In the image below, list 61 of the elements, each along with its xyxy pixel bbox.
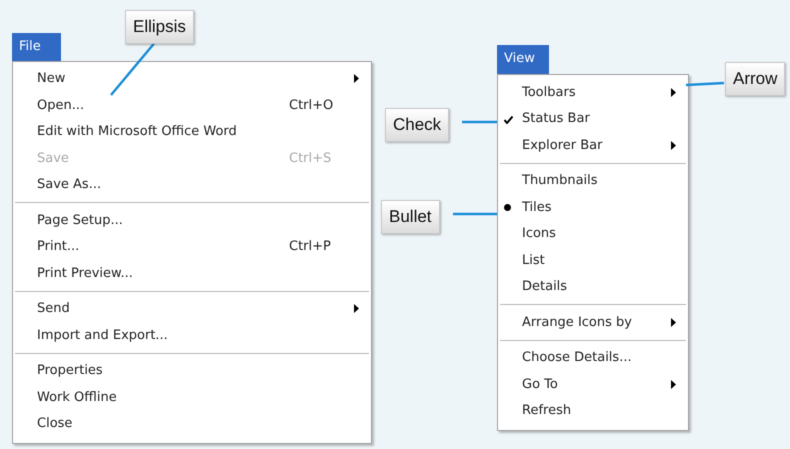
menu-item-label: Toolbars bbox=[522, 84, 576, 102]
callout-label: Check bbox=[385, 108, 450, 142]
shortcut-label: Ctrl+S bbox=[289, 150, 332, 168]
menu-item[interactable]: Import and Export... bbox=[13, 322, 371, 348]
menu-item-label: Icons bbox=[522, 225, 556, 243]
menu-item[interactable]: Explorer Bar bbox=[498, 132, 688, 158]
menu-item-label: Print... bbox=[37, 238, 80, 256]
menu-item[interactable]: Print... Ctrl+P bbox=[13, 234, 371, 260]
menu-item[interactable]: List bbox=[498, 247, 688, 274]
menu-item[interactable]: Save As... bbox=[13, 172, 371, 198]
menu-item[interactable]: New bbox=[13, 66, 371, 92]
leader-line bbox=[460, 120, 499, 124]
menu-item-label: Save bbox=[37, 150, 69, 168]
menu-item[interactable]: Status Bar bbox=[498, 106, 688, 132]
menu-item[interactable]: Choose Details... bbox=[498, 344, 688, 371]
menu-item-label: Print Preview... bbox=[37, 264, 133, 282]
menu-item-label: Edit with Microsoft Office Word bbox=[37, 123, 237, 141]
menu-item[interactable]: Arrange Icons by bbox=[498, 309, 688, 336]
menu-item[interactable]: Page Setup... bbox=[13, 207, 371, 234]
menu-item-label: Go To bbox=[522, 376, 558, 394]
menu-item-label: Save As... bbox=[37, 176, 102, 194]
menu-title[interactable]: File bbox=[12, 33, 61, 60]
menu-item-label: Arrange Icons by bbox=[522, 314, 632, 332]
menu-item[interactable]: Tiles bbox=[498, 194, 688, 220]
menu-item-label: Status Bar bbox=[522, 110, 590, 128]
menu-item-label: Thumbnails bbox=[522, 172, 598, 190]
menu-item[interactable]: Details bbox=[498, 274, 688, 300]
menu-item-label: New bbox=[37, 70, 66, 88]
menu-item[interactable]: Refresh bbox=[498, 398, 688, 424]
menu-item[interactable]: Toolbars bbox=[498, 79, 688, 106]
callout-label: Bullet bbox=[381, 200, 440, 234]
menu-item-label: Close bbox=[37, 415, 72, 433]
menu-item-label: Open... bbox=[37, 96, 84, 114]
menu-item[interactable]: Send bbox=[13, 296, 371, 322]
menu-item-label: Work Offline bbox=[37, 388, 117, 406]
menu-item-label: Page Setup... bbox=[37, 212, 123, 230]
menu-item[interactable]: Close bbox=[13, 410, 371, 437]
menu-item[interactable]: Properties bbox=[13, 358, 371, 384]
leader-line bbox=[684, 81, 726, 87]
menu-item[interactable]: Edit with Microsoft Office Word bbox=[13, 118, 371, 145]
menu-item[interactable]: Icons bbox=[498, 220, 688, 247]
menu-item[interactable]: Work Offline bbox=[13, 384, 371, 410]
menu-item-label: Explorer Bar bbox=[522, 136, 602, 154]
callout-label: Arrow bbox=[725, 62, 786, 96]
menu-item[interactable]: Open... Ctrl+O bbox=[13, 92, 371, 118]
menu-item-label: Details bbox=[522, 278, 568, 296]
menu-item-label: Choose Details... bbox=[522, 349, 632, 367]
menu-item[interactable]: Go To bbox=[498, 371, 688, 398]
menu-item[interactable]: Print Preview... bbox=[13, 260, 371, 286]
callout-label: Ellipsis bbox=[125, 10, 194, 44]
menu-item-label: List bbox=[522, 252, 545, 270]
menu-item-label: Import and Export... bbox=[37, 326, 168, 344]
menu-item-label: Send bbox=[37, 300, 70, 318]
menu-item-label: Properties bbox=[37, 362, 103, 380]
menu-item-label: Refresh bbox=[522, 402, 572, 420]
shortcut-label: Ctrl+P bbox=[289, 238, 332, 256]
menu-title[interactable]: View bbox=[497, 45, 549, 74]
menu-item[interactable]: Thumbnails bbox=[498, 168, 688, 194]
leader-line bbox=[451, 212, 499, 216]
shortcut-label: Ctrl+O bbox=[289, 96, 334, 114]
menu-item-label: Tiles bbox=[522, 198, 552, 216]
